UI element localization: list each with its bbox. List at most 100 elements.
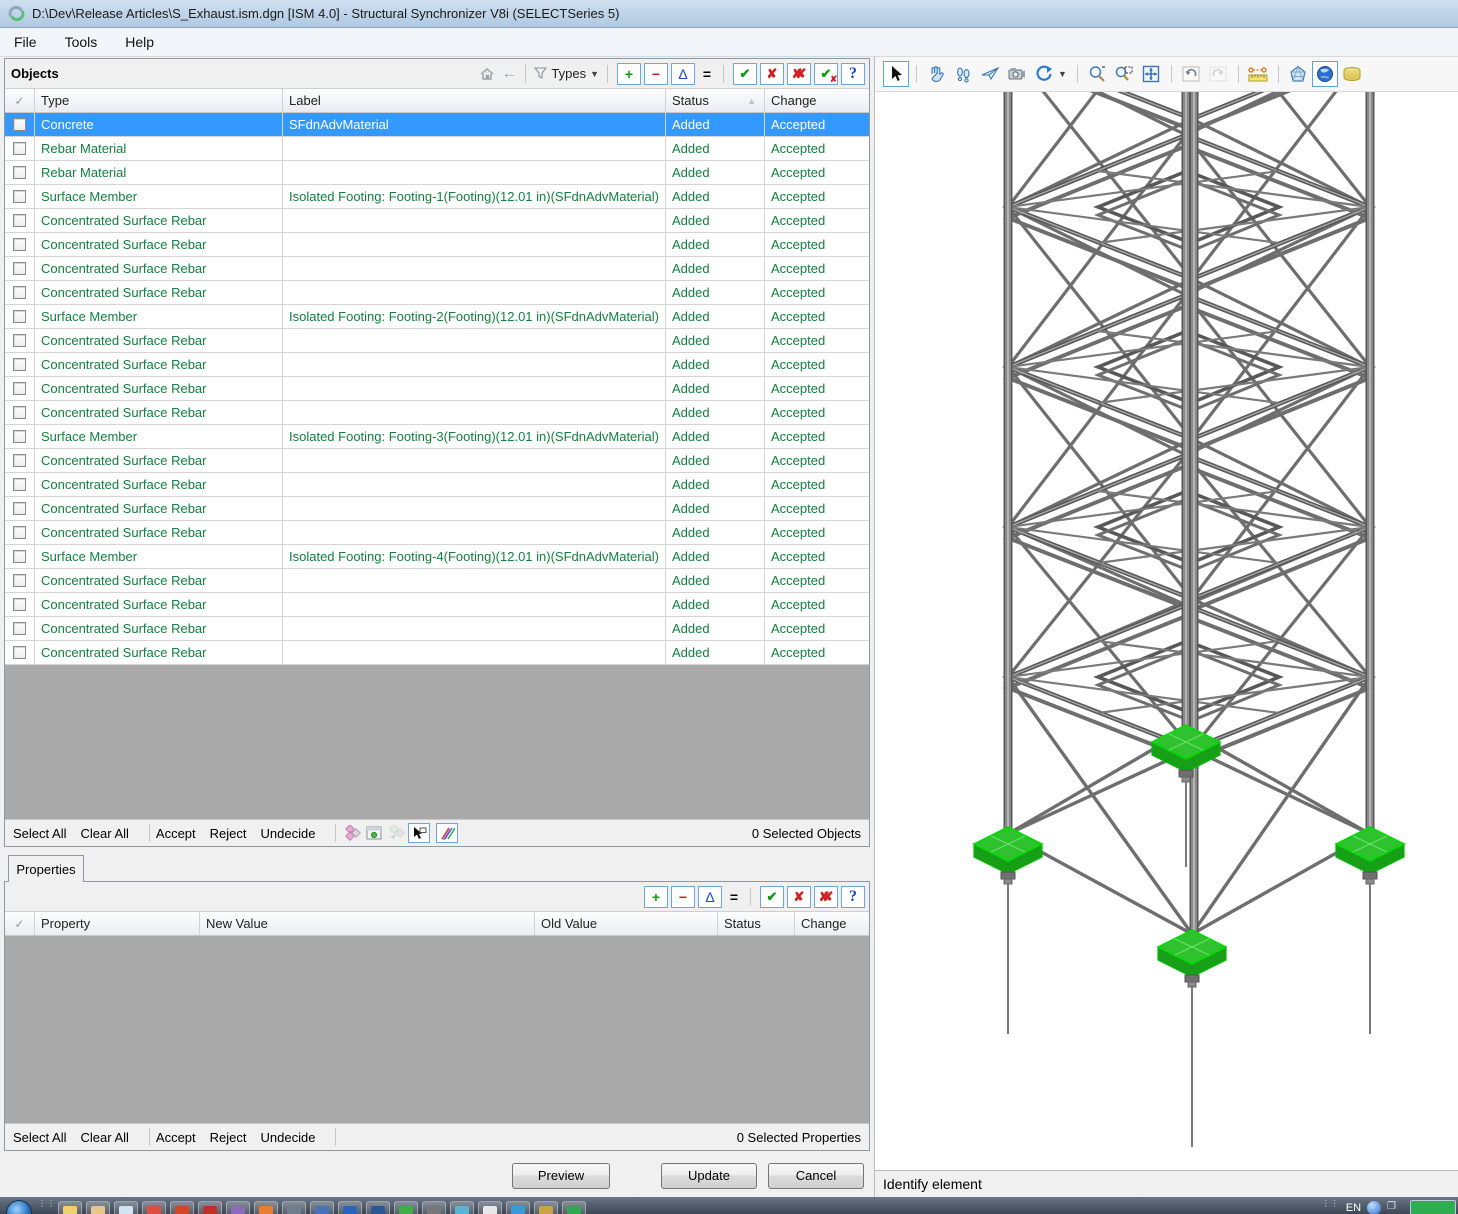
table-row[interactable]: Concentrated Surface RebarAddedAccepted [5, 233, 869, 257]
tray-globe-icon[interactable] [1367, 1201, 1381, 1214]
props-modified-filter-button[interactable]: Δ [698, 886, 722, 908]
table-row[interactable]: Concentrated Surface RebarAddedAccepted [5, 497, 869, 521]
accept-objects-link[interactable]: Accept [156, 826, 196, 841]
layers-icon[interactable] [1339, 61, 1365, 87]
header-checkbox[interactable]: ✓ [5, 89, 35, 112]
table-row[interactable]: ConcreteSFdnAdvMaterialAddedAccepted [5, 113, 869, 137]
back-arrow-icon[interactable]: ← [499, 63, 519, 85]
column-label[interactable]: Label [283, 89, 666, 112]
table-row[interactable]: Concentrated Surface RebarAddedAccepted [5, 281, 869, 305]
pan-hand-icon[interactable] [923, 61, 949, 87]
tray-window-icon[interactable]: ❐ [1387, 1201, 1396, 1212]
menu-tools[interactable]: Tools [51, 30, 112, 54]
props-equals-filter-button[interactable]: = [724, 886, 744, 908]
clip-volume-icon[interactable] [1285, 61, 1311, 87]
accepted-filter-button[interactable]: ✔ [733, 63, 757, 85]
column-status[interactable]: Status▲ [666, 89, 765, 112]
properties-tab[interactable]: Properties [8, 855, 84, 882]
zoom-window-icon[interactable] [1111, 61, 1137, 87]
zoom-icon[interactable] [1084, 61, 1110, 87]
rotate-view-icon[interactable] [1031, 61, 1057, 87]
render-globe-icon[interactable] [1312, 61, 1338, 87]
reject-all-filter-button[interactable]: ✘✘ [787, 63, 811, 85]
table-row[interactable]: Concentrated Surface RebarAddedAccepted [5, 569, 869, 593]
table-row[interactable]: Concentrated Surface RebarAddedAccepted [5, 617, 869, 641]
cancel-button[interactable]: Cancel [768, 1163, 864, 1189]
table-row[interactable]: Surface MemberIsolated Footing: Footing-… [5, 425, 869, 449]
props-accepted-filter-button[interactable]: ✔ [760, 886, 784, 908]
fit-view-icon[interactable] [1138, 61, 1164, 87]
taskbar-app-icon[interactable] [394, 1201, 418, 1214]
taskbar-app-icon[interactable] [282, 1201, 306, 1214]
menu-file[interactable]: File [0, 30, 51, 54]
taskbar-app-icon[interactable] [86, 1201, 110, 1214]
row-checkbox[interactable] [13, 334, 26, 347]
table-row[interactable]: Concentrated Surface RebarAddedAccepted [5, 353, 869, 377]
taskbar-app-icon[interactable] [450, 1201, 474, 1214]
clear-all-properties-link[interactable]: Clear All [80, 1130, 128, 1145]
row-checkbox[interactable] [13, 214, 26, 227]
props-add-filter-button[interactable]: + [644, 886, 668, 908]
props-remove-filter-button[interactable]: − [671, 886, 695, 908]
table-row[interactable]: Concentrated Surface RebarAddedAccepted [5, 377, 869, 401]
taskbar-app-icon[interactable] [534, 1201, 558, 1214]
taskbar-app-icon[interactable] [114, 1201, 138, 1214]
add-filter-button[interactable]: + [617, 63, 641, 85]
table-row[interactable]: Concentrated Surface RebarAddedAccepted [5, 593, 869, 617]
clear-all-objects-link[interactable]: Clear All [80, 826, 128, 841]
language-indicator[interactable]: EN [1346, 1202, 1361, 1214]
table-row[interactable]: Concentrated Surface RebarAddedAccepted [5, 449, 869, 473]
table-row[interactable]: Concentrated Surface RebarAddedAccepted [5, 401, 869, 425]
column-props-change[interactable]: Change [795, 912, 869, 935]
table-row[interactable]: Concentrated Surface RebarAddedAccepted [5, 257, 869, 281]
rotate-dropdown-caret[interactable]: ▼ [1058, 69, 1067, 79]
table-row[interactable]: Surface MemberIsolated Footing: Footing-… [5, 305, 869, 329]
row-checkbox[interactable] [13, 550, 26, 563]
column-props-status[interactable]: Status [718, 912, 795, 935]
row-checkbox[interactable] [13, 622, 26, 635]
equals-filter-button[interactable]: = [697, 63, 717, 85]
tray-clock[interactable] [1410, 1200, 1456, 1214]
walk-footprints-icon[interactable] [950, 61, 976, 87]
taskbar-app-icon[interactable] [198, 1201, 222, 1214]
table-row[interactable]: Concentrated Surface RebarAddedAccepted [5, 521, 869, 545]
rejected-filter-button[interactable]: ✘ [760, 63, 784, 85]
row-checkbox[interactable] [13, 478, 26, 491]
row-checkbox[interactable] [13, 526, 26, 539]
accept-properties-link[interactable]: Accept [156, 1130, 196, 1145]
row-checkbox[interactable] [13, 574, 26, 587]
undecided-filter-button[interactable]: ? [841, 63, 865, 85]
select-tool-icon[interactable] [883, 61, 909, 87]
table-row[interactable]: Rebar MaterialAddedAccepted [5, 161, 869, 185]
fly-plane-icon[interactable] [977, 61, 1003, 87]
column-property[interactable]: Property [35, 912, 200, 935]
props-reject-all-filter-button[interactable]: ✘✘ [814, 886, 838, 908]
taskbar-app-icon[interactable] [254, 1201, 278, 1214]
menu-help[interactable]: Help [111, 30, 168, 54]
row-checkbox[interactable] [13, 358, 26, 371]
select-all-objects-link[interactable]: Select All [13, 826, 66, 841]
row-checkbox[interactable] [13, 430, 26, 443]
props-header-checkbox[interactable]: ✓ [5, 912, 35, 935]
row-checkbox[interactable] [13, 166, 26, 179]
highlight-changes-button[interactable] [436, 823, 458, 843]
update-button[interactable]: Update [661, 1163, 757, 1189]
props-rejected-filter-button[interactable]: ✘ [787, 886, 811, 908]
taskbar-app-icon[interactable] [170, 1201, 194, 1214]
taskbar-app-icon[interactable] [562, 1201, 586, 1214]
undecide-objects-link[interactable]: Undecide [261, 826, 316, 841]
modified-filter-button[interactable]: Δ [671, 63, 695, 85]
column-change[interactable]: Change [765, 89, 869, 112]
select-in-view-button[interactable] [408, 823, 430, 843]
measure-icon[interactable] [1245, 61, 1271, 87]
row-checkbox[interactable] [13, 190, 26, 203]
row-checkbox[interactable] [13, 310, 26, 323]
taskbar-app-icon[interactable] [422, 1201, 446, 1214]
table-row[interactable]: Surface MemberIsolated Footing: Footing-… [5, 185, 869, 209]
taskbar-app-icon[interactable] [142, 1201, 166, 1214]
start-button[interactable] [6, 1200, 32, 1214]
column-old-value[interactable]: Old Value [535, 912, 718, 935]
preview-button[interactable]: Preview [512, 1163, 610, 1189]
row-checkbox[interactable] [13, 406, 26, 419]
row-checkbox[interactable] [13, 502, 26, 515]
